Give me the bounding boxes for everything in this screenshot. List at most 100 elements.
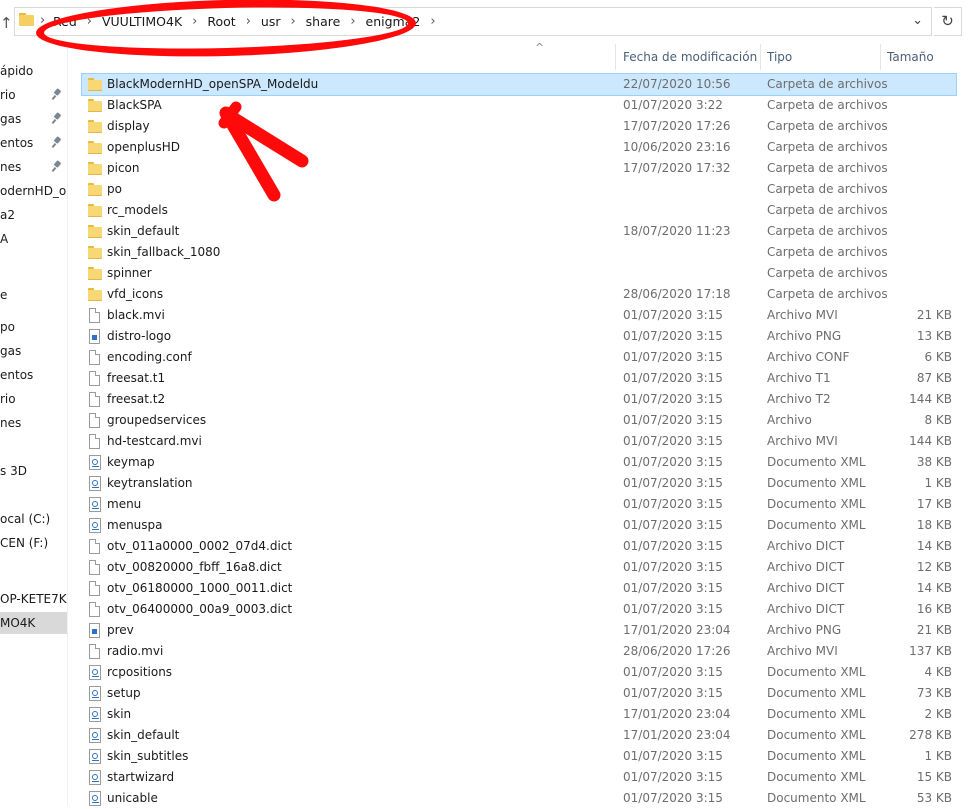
file-row[interactable]: groupedservices 01/07/2020 3:15 Archivo 8 K… [82, 410, 956, 431]
file-row[interactable]: black.mvi 01/07/2020 3:15 Archivo MVI 21 KB [82, 305, 956, 326]
nav-item[interactable]: entos [0, 132, 67, 154]
breadcrumb-item[interactable]: enigma2 [366, 14, 421, 29]
nav-item[interactable]: OP-KETE7KF [0, 588, 67, 610]
file-row[interactable]: menuspa 01/07/2020 3:15 Documento XML 18 KB [82, 515, 956, 536]
file-row[interactable]: otv_00820000_fbff_16a8.dict 01/07/2020 3:… [82, 557, 956, 578]
nav-item[interactable]: odernHD_op [0, 180, 67, 202]
breadcrumb-chevron-icon[interactable]: › [350, 14, 355, 29]
nav-item[interactable]: a2 [0, 204, 67, 226]
breadcrumb-item[interactable]: share [306, 14, 341, 29]
breadcrumb-chevron-icon[interactable]: › [430, 14, 435, 29]
file-row[interactable]: distro-logo 01/07/2020 3:15 Archivo PNG 13 … [82, 326, 956, 347]
column-size[interactable]: Tamaño [887, 44, 934, 70]
breadcrumb-chevron-icon[interactable]: › [246, 14, 251, 29]
file-type: Archivo CONF [767, 350, 850, 364]
column-divider[interactable] [615, 44, 616, 70]
up-arrow-icon[interactable]: ↑ [0, 14, 13, 32]
breadcrumb-item[interactable]: Root [207, 14, 235, 29]
nav-item[interactable]: ápido [0, 60, 67, 82]
nav-item[interactable]: A [0, 228, 67, 250]
file-row[interactable]: BlackModernHD_openSPA_Modeldu 22/07/2020 … [81, 73, 957, 96]
file-row[interactable]: po Carpeta de archivos [82, 179, 956, 200]
chevron-down-icon[interactable]: ⌄ [912, 13, 923, 28]
file-row[interactable]: setup 01/07/2020 3:15 Documento XML 73 KB [82, 683, 956, 704]
file-row[interactable]: radio.mvi 28/06/2020 17:26 Archivo MVI 137 … [82, 641, 956, 662]
breadcrumb-item[interactable]: Red [53, 14, 77, 29]
file-date: 01/07/2020 3:15 [623, 434, 723, 448]
file-type: Documento XML [767, 686, 866, 700]
pin-icon[interactable] [51, 112, 62, 125]
file-row[interactable]: spinner Carpeta de archivos [82, 263, 956, 284]
nav-item[interactable]: ocal (C:) [0, 508, 67, 530]
breadcrumb-item[interactable]: usr [261, 14, 281, 29]
nav-item[interactable]: gas [0, 108, 67, 130]
nav-item[interactable] [0, 436, 67, 458]
nav-item[interactable]: nes [0, 412, 67, 434]
breadcrumb-chevron-icon[interactable]: › [40, 13, 45, 28]
file-row[interactable]: otv_011a0000_0002_07d4.dict 01/07/2020 3:… [82, 536, 956, 557]
file-date: 01/07/2020 3:15 [623, 308, 723, 322]
file-row[interactable]: keymap 01/07/2020 3:15 Documento XML 38 KB [82, 452, 956, 473]
file-row[interactable]: otv_06180000_1000_0011.dict 01/07/2020 3:… [82, 578, 956, 599]
file-row[interactable]: skin 17/01/2020 23:04 Documento XML 2 KB [82, 704, 956, 725]
breadcrumb-chevron-icon[interactable]: › [87, 14, 92, 29]
nav-item[interactable]: nes [0, 156, 67, 178]
nav-item[interactable] [0, 484, 67, 506]
breadcrumb-chevron-icon[interactable]: › [290, 14, 295, 29]
column-date[interactable]: Fecha de modificación [623, 44, 757, 70]
file-date: 17/01/2020 23:04 [623, 728, 731, 742]
pin-icon[interactable] [51, 136, 62, 149]
column-divider[interactable] [880, 44, 881, 70]
pin-icon[interactable] [51, 160, 62, 173]
file-row[interactable]: skin_default 18/07/2020 11:23 Carpeta de a… [82, 221, 956, 242]
file-row[interactable]: vfd_icons 28/06/2020 17:18 Carpeta de arch… [82, 284, 956, 305]
column-name[interactable]: Nombre [89, 44, 137, 70]
breadcrumb-item[interactable]: VUULTIMO4K [102, 14, 182, 29]
pin-icon[interactable] [51, 88, 62, 101]
file-row[interactable]: skin_default 17/01/2020 23:04 Documento XM… [82, 725, 956, 746]
file-row[interactable]: openplusHD 10/06/2020 23:16 Carpeta de arc… [82, 137, 956, 158]
nav-item[interactable]: CEN (F:) [0, 532, 67, 554]
refresh-button[interactable]: ↻ [934, 7, 962, 36]
file-row[interactable]: picon 17/07/2020 17:32 Carpeta de archivos [82, 158, 956, 179]
nav-item[interactable]: rio [0, 84, 67, 106]
file-row[interactable]: skin_fallback_1080 Carpeta de archivos [82, 242, 956, 263]
file-row[interactable]: menu 01/07/2020 3:15 Documento XML 17 KB [82, 494, 956, 515]
file-row[interactable]: hd-testcard.mvi 01/07/2020 3:15 Archivo MV… [82, 431, 956, 452]
nav-item[interactable] [0, 564, 67, 586]
nav-item[interactable]: po [0, 316, 67, 338]
column-type[interactable]: Tipo [767, 44, 792, 70]
file-row[interactable]: keytranslation 01/07/2020 3:15 Documento X… [82, 473, 956, 494]
file-size: 144 KB [909, 434, 952, 448]
file-size: 21 KB [916, 308, 952, 322]
file-row[interactable]: otv_06400000_00a9_0003.dict 01/07/2020 3:… [82, 599, 956, 620]
file-row[interactable]: freesat.t2 01/07/2020 3:15 Archivo T2 144 K… [82, 389, 956, 410]
nav-item[interactable]: rio [0, 388, 67, 410]
file-name: keytranslation [107, 476, 193, 490]
nav-item[interactable]: MO4K [0, 612, 67, 634]
file-row[interactable]: BlackSPA 01/07/2020 3:22 Carpeta de archiv… [82, 95, 956, 116]
file-row[interactable]: display 17/07/2020 17:26 Carpeta de archiv… [82, 116, 956, 137]
nav-item[interactable] [0, 252, 67, 274]
file-row[interactable]: freesat.t1 01/07/2020 3:15 Archivo T1 87 KB [82, 368, 956, 389]
file-row[interactable]: prev 17/01/2020 23:04 Archivo PNG 21 KB [82, 620, 956, 641]
file-row[interactable]: rcpositions 01/07/2020 3:15 Documento XML 4… [82, 662, 956, 683]
file-row[interactable]: rc_models Carpeta de archivos [82, 200, 956, 221]
file-row[interactable]: startwizard 01/07/2020 3:15 Documento XML 1… [82, 767, 956, 788]
file-name: skin_subtitles [107, 749, 189, 763]
file-type: Carpeta de archivos [767, 77, 888, 91]
file-row[interactable]: unicable 01/07/2020 3:15 Documento XML 53 K… [82, 788, 956, 809]
nav-item[interactable]: e [0, 284, 67, 306]
file-name: otv_06180000_1000_0011.dict [107, 581, 293, 595]
address-bar[interactable]: › Red › VUULTIMO4K › Root › usr › share › enigma2 ›… [14, 7, 932, 36]
file-row[interactable]: skin_subtitles 01/07/2020 3:15 Documento X… [82, 746, 956, 767]
breadcrumb-chevron-icon[interactable]: › [192, 14, 197, 29]
nav-item-label: e [0, 288, 8, 302]
nav-item[interactable]: s 3D [0, 460, 67, 482]
nav-item[interactable]: entos [0, 364, 67, 386]
breadcrumb: Red › VUULTIMO4K › Root › usr › share › enigma2 › [53, 14, 446, 29]
file-name: black.mvi [107, 308, 165, 322]
column-divider[interactable] [760, 44, 761, 70]
file-row[interactable]: encoding.conf 01/07/2020 3:15 Archivo CONF… [82, 347, 956, 368]
nav-item[interactable]: gas [0, 340, 67, 362]
